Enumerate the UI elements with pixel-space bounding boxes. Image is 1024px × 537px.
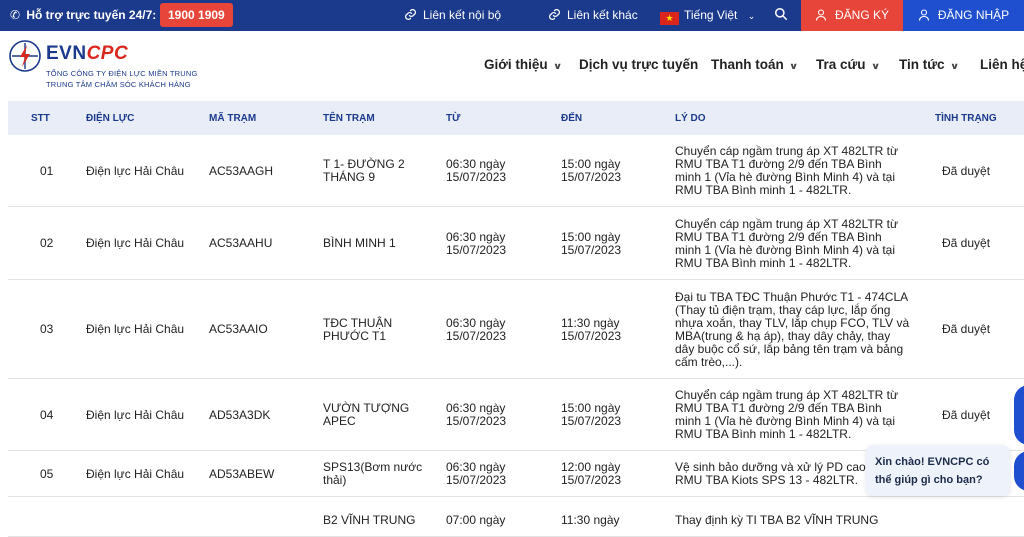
table-row: 02 Điện lực Hải Châu AC53AAHU BÌNH MINH 1 06… (8, 207, 1024, 280)
language-select[interactable]: ★ Tiếng Việt ⌄ (660, 8, 755, 25)
table-row: 03 Điện lực Hải Châu AC53AAIO TĐC THUẬN PHƯỚ… (8, 280, 1024, 379)
col-header-den: ĐẾN (561, 113, 583, 124)
cell-ly-do: Thay định kỳ TI TBA B2 VĨNH TRUNG (675, 513, 879, 527)
cell-den: 11:30 ngày 15/07/2023 (561, 316, 622, 343)
cell-ten-tram: T 1- ĐƯỜNG 2 THÁNG 9 (323, 157, 405, 184)
cell-stt: 03 (40, 322, 54, 336)
hotline-label: ✆ Hỗ trợ trực tuyến 24/7: (10, 8, 157, 22)
logo-subtitle-corp: TỔNG CÔNG TY ĐIỆN LỰC MIỀN TRUNG (46, 69, 198, 78)
col-header-tu: TỪ (446, 113, 461, 124)
cell-ly-do: Chuyển cáp ngầm trung áp XT 482LTR từ RMU… (675, 217, 899, 270)
cell-den: 15:00 ngày 15/07/2023 (561, 230, 622, 257)
col-header-tinh-trang: TÌNH TRẠNG (935, 113, 997, 124)
evn-logo-icon[interactable] (8, 39, 42, 78)
top-bar: ✆ Hỗ trợ trực tuyến 24/7: 1900 1909 Liên… (0, 0, 1024, 31)
cell-ma-tram: AC53AAIO (209, 322, 268, 336)
user-icon (815, 9, 827, 21)
cell-dien-luc: Điện lực Hải Châu (86, 322, 185, 336)
cell-ly-do: Chuyển cáp ngầm trung áp XT 482LTR từ RMU… (675, 144, 899, 197)
cell-ly-do: Chuyển cáp ngầm trung áp XT 482LTR từ RMU… (675, 388, 899, 441)
cell-ly-do: Vệ sinh bảo dưỡng và xử lý PD cao tủ RMU … (675, 460, 880, 487)
cell-ma-tram: AC53AAGH (209, 164, 274, 178)
cell-stt: 05 (40, 467, 54, 481)
search-button[interactable] (774, 7, 788, 24)
table-row: B2 VĨNH TRUNG 07:00 ngày 11:30 ngày Thay đị… (8, 497, 1024, 537)
link-icon (549, 9, 560, 20)
cell-dien-luc: Điện lực Hải Châu (86, 467, 185, 481)
logo-subtitle-center: TRUNG TÂM CHĂM SÓC KHÁCH HÀNG (46, 80, 191, 89)
cell-tinh-trang: Đã duyệt (942, 236, 991, 250)
cell-ten-tram: VƯỜN TƯỢNG APEC (323, 401, 410, 428)
link-icon (405, 9, 416, 20)
chevron-down-icon: ∨ (870, 61, 880, 71)
table-row: 01 Điện lực Hải Châu AC53AAGH T 1- ĐƯỜNG 2T… (8, 135, 1024, 207)
cell-tu: 06:30 ngày 15/07/2023 (446, 401, 507, 428)
cell-ten-tram: B2 VĨNH TRUNG (323, 513, 416, 527)
internal-links-link[interactable]: Liên kết nội bộ (404, 8, 501, 22)
hotline-number[interactable]: 1900 1909 (160, 3, 233, 27)
nav-gioi-thieu[interactable]: Giới thiệu ∨ (484, 57, 563, 72)
table-header: STT ĐIỆN LỰC MÃ TRẠM TÊN TRẠM TỪ ĐẾN LÝ … (8, 101, 1024, 135)
cell-ma-tram: AD53A3DK (209, 408, 271, 422)
cell-tu: 06:30 ngày 15/07/2023 (446, 316, 507, 343)
chevron-down-icon: ⌄ (747, 11, 756, 21)
register-button[interactable]: ĐĂNG KÝ (801, 0, 903, 31)
login-button[interactable]: ĐĂNG NHẬP (903, 0, 1024, 31)
table-row: 04 Điện lực Hải Châu AD53A3DK VƯỜN TƯỢNG APE… (8, 379, 1024, 451)
chat-greeting-bubble[interactable]: Xin chào! EVNCPC có thể giúp gì cho bạn? (866, 445, 1010, 496)
col-header-stt: STT (31, 113, 50, 124)
site-header: EVNCPC TỔNG CÔNG TY ĐIỆN LỰC MIỀN TRUNG … (0, 31, 1024, 101)
cell-dien-luc: Điện lực Hải Châu (86, 164, 185, 178)
cell-ten-tram: SPS13(Bơm nước thải) (323, 460, 423, 487)
user-icon (918, 9, 929, 21)
cell-ten-tram: BÌNH MINH 1 (323, 236, 396, 250)
nav-tra-cuu[interactable]: Tra cứu ∨ (816, 57, 880, 72)
col-header-ly-do: LÝ DO (675, 113, 706, 124)
logo-brand[interactable]: EVNCPC (46, 43, 128, 65)
cell-stt: 02 (40, 236, 54, 250)
col-header-ten-tram: TÊN TRẠM (323, 113, 375, 124)
cell-tu: 06:30 ngày 15/07/2023 (446, 460, 507, 487)
cell-ten-tram: TĐC THUẬN PHƯỚC T1 (323, 316, 393, 343)
cell-tinh-trang: Đã duyệt (942, 322, 991, 336)
nav-thanh-toan[interactable]: Thanh toán ∨ (711, 57, 799, 72)
cell-den: 15:00 ngày 15/07/2023 (561, 401, 622, 428)
cell-ma-tram: AC53AAHU (209, 236, 273, 250)
cell-ma-tram: AD53ABEW (209, 467, 275, 481)
search-icon (774, 7, 788, 21)
chevron-down-icon: ∨ (788, 61, 799, 71)
col-header-ma-tram: MÃ TRẠM (209, 113, 257, 124)
cell-dien-luc: Điện lực Hải Châu (86, 236, 185, 250)
phone-icon: ✆ (10, 8, 21, 22)
nav-lien-he[interactable]: Liên hệ (980, 57, 1024, 72)
cell-tu: 06:30 ngày 15/07/2023 (446, 157, 507, 184)
cell-stt: 01 (40, 164, 54, 178)
cell-den: 11:30 ngày (561, 513, 620, 527)
cell-tinh-trang: Đã duyệt (942, 164, 991, 178)
nav-dich-vu-truc-tuyen[interactable]: Dịch vụ trực tuyến (579, 57, 698, 72)
cell-tu: 07:00 ngày (446, 513, 506, 527)
cell-ly-do: Đại tu TBA TĐC Thuận Phước T1 - 474CLA (T… (675, 290, 910, 369)
other-links-link[interactable]: Liên kết khác (548, 8, 638, 22)
cell-dien-luc: Điện lực Hải Châu (86, 408, 185, 422)
cell-tu: 06:30 ngày 15/07/2023 (446, 230, 507, 257)
chevron-down-icon: ∨ (552, 61, 563, 71)
cell-den: 15:00 ngày 15/07/2023 (561, 157, 622, 184)
chat-launcher-button[interactable] (1014, 385, 1024, 445)
vietnam-flag-icon: ★ (660, 12, 679, 25)
col-header-dien-luc: ĐIỆN LỰC (86, 113, 135, 124)
cell-stt: 04 (40, 408, 54, 422)
nav-tin-tuc[interactable]: Tin tức ∨ (899, 57, 959, 72)
chevron-down-icon: ∨ (949, 61, 959, 71)
cell-den: 12:00 ngày 15/07/2023 (561, 460, 622, 487)
cell-tinh-trang: Đã duyệt (942, 408, 991, 422)
